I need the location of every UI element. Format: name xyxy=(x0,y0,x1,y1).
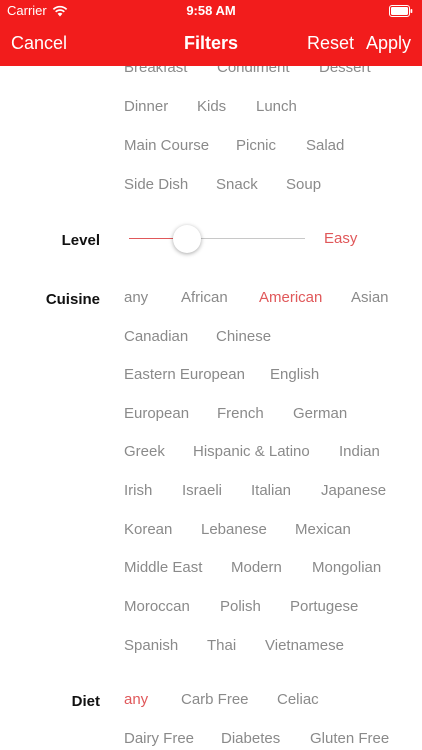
course-chip[interactable]: Kids xyxy=(197,98,226,115)
cuisine-chip[interactable]: Polish xyxy=(220,598,261,615)
cuisine-chip[interactable]: Eastern European xyxy=(124,366,245,383)
status-time: 9:58 AM xyxy=(186,3,236,18)
diet-chip[interactable]: Gluten Free xyxy=(310,730,389,747)
cuisine-chip[interactable]: Indian xyxy=(339,443,380,460)
course-chip[interactable]: Lunch xyxy=(256,98,297,115)
cuisine-chip[interactable]: Lebanese xyxy=(201,521,267,538)
cuisine-chip[interactable]: Mexican xyxy=(295,521,351,538)
cuisine-chip[interactable]: Korean xyxy=(124,521,172,538)
cuisine-chip[interactable]: Mongolian xyxy=(312,559,381,576)
course-chip[interactable]: Soup xyxy=(286,176,321,193)
cuisine-chip[interactable]: Hispanic & Latino xyxy=(193,443,310,460)
course-chip[interactable]: Dinner xyxy=(124,98,168,115)
cuisine-chip[interactable]: American xyxy=(259,289,322,306)
diet-label: Diet xyxy=(71,693,100,710)
diet-chip[interactable]: any xyxy=(124,691,148,708)
cuisine-chip[interactable]: Irish xyxy=(124,482,152,499)
cuisine-chip[interactable]: Modern xyxy=(231,559,282,576)
cuisine-chip[interactable]: Vietnamese xyxy=(265,637,344,654)
reset-button[interactable]: Reset xyxy=(307,33,354,54)
cuisine-chip[interactable]: Italian xyxy=(251,482,291,499)
level-value: Easy xyxy=(324,230,358,247)
diet-chip[interactable]: Carb Free xyxy=(181,691,249,708)
battery-icon xyxy=(389,5,413,17)
cuisine-chip[interactable]: German xyxy=(293,405,347,422)
cuisine-chip[interactable]: Middle East xyxy=(124,559,202,576)
cuisine-chip[interactable]: English xyxy=(270,366,319,383)
level-label: Level xyxy=(61,232,100,249)
course-chip[interactable]: Breakfast xyxy=(124,66,187,76)
cuisine-chip[interactable]: European xyxy=(124,405,189,422)
level-slider[interactable] xyxy=(129,224,305,254)
header: Carrier 9:58 AM Cancel Filters Reset App… xyxy=(0,0,422,66)
cuisine-chip[interactable]: Chinese xyxy=(216,328,271,345)
course-chip[interactable]: Salad xyxy=(306,137,344,154)
page-title: Filters xyxy=(183,33,239,53)
cuisine-chip[interactable]: Moroccan xyxy=(124,598,190,615)
slider-thumb[interactable] xyxy=(173,225,201,253)
cuisine-chip[interactable]: Thai xyxy=(207,637,236,654)
course-chip[interactable]: Condiment xyxy=(217,66,290,76)
filters-content[interactable]: Breakfast Condiment Dessert Dinner Kids … xyxy=(0,66,422,750)
cuisine-chip[interactable]: Portugese xyxy=(290,598,358,615)
cuisine-label: Cuisine xyxy=(45,291,100,308)
cuisine-chip[interactable]: Israeli xyxy=(182,482,222,499)
diet-chip[interactable]: Dairy Free xyxy=(124,730,194,747)
course-chip[interactable]: Snack xyxy=(216,176,258,193)
apply-button[interactable]: Apply xyxy=(366,33,411,54)
cuisine-chip[interactable]: Greek xyxy=(124,443,165,460)
status-bar: Carrier 9:58 AM xyxy=(0,0,422,22)
navigation-bar: Cancel Filters Reset Apply xyxy=(0,22,422,66)
cuisine-chip[interactable]: Spanish xyxy=(124,637,178,654)
cuisine-chip[interactable]: French xyxy=(217,405,264,422)
diet-chip[interactable]: Diabetes xyxy=(221,730,280,747)
cuisine-chip[interactable]: Canadian xyxy=(124,328,188,345)
course-chip[interactable]: Main Course xyxy=(124,137,209,154)
cuisine-chip[interactable]: African xyxy=(181,289,228,306)
course-chip[interactable]: Dessert xyxy=(319,66,371,76)
cuisine-chip[interactable]: Asian xyxy=(351,289,389,306)
cuisine-chip[interactable]: any xyxy=(124,289,148,306)
course-chip[interactable]: Picnic xyxy=(236,137,276,154)
diet-chip[interactable]: Celiac xyxy=(277,691,319,708)
course-chip[interactable]: Side Dish xyxy=(124,176,188,193)
cuisine-chip[interactable]: Japanese xyxy=(321,482,386,499)
